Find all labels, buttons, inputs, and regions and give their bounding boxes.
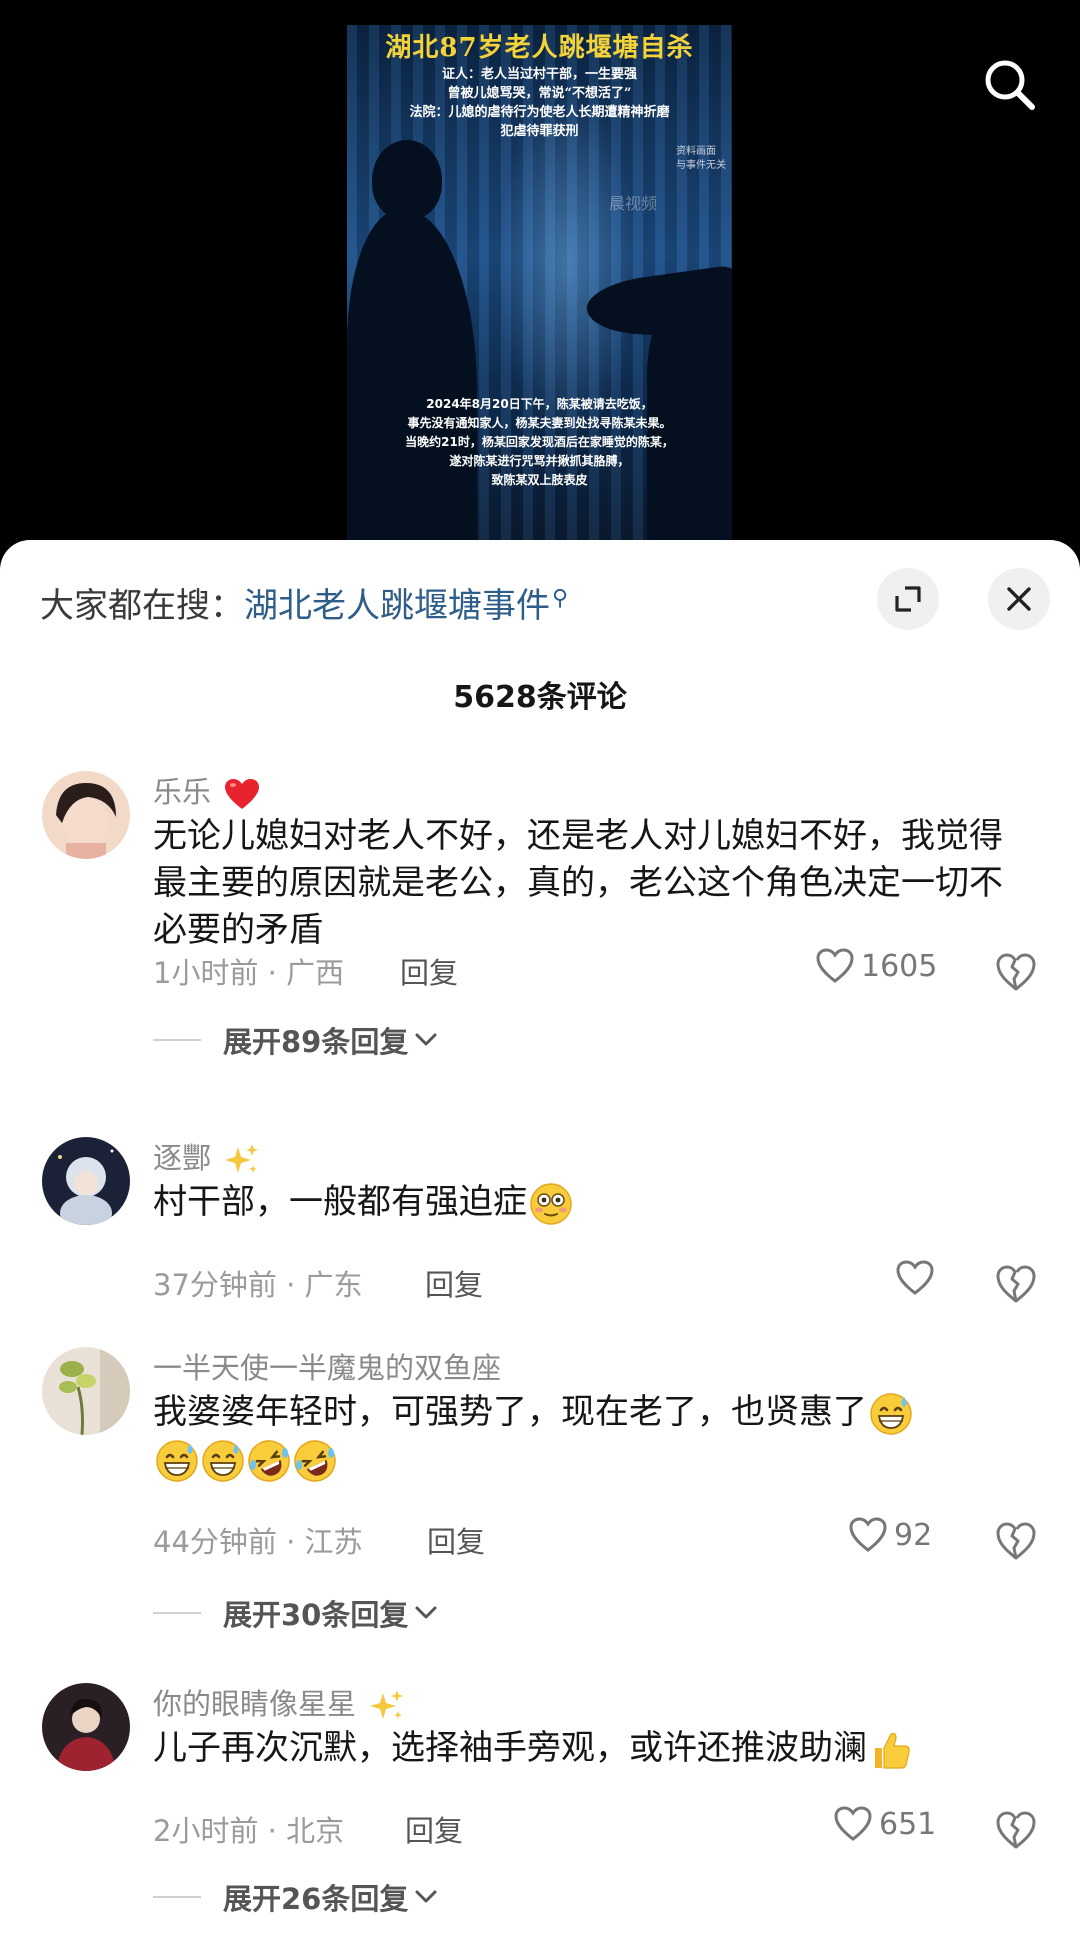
comment-text: 村干部，一般都有强迫症 — [153, 1179, 1023, 1226]
trending-search-hint[interactable]: 大家都在搜：湖北老人跳堰塘事件⚲ — [40, 578, 568, 627]
sparkles-icon — [370, 1690, 404, 1719]
comment-meta: 1小时前 · 广西 — [153, 956, 345, 990]
thumbnail-watermark: 晨视频 — [609, 194, 658, 213]
comment-sheet: 大家都在搜：湖北老人跳堰塘事件⚲ 5628条评论 乐乐 无论儿媳妇对老人不好，还… — [0, 540, 1080, 1953]
comment-text-content: 村干部，一般都有强迫症 — [153, 1182, 527, 1222]
sparkles-icon — [225, 1144, 259, 1173]
rolling-laughing-icon — [294, 1439, 336, 1482]
expand-sheet-button[interactable] — [877, 568, 939, 630]
video-player[interactable]: 湖北87岁老人跳堰塘自杀 证人：老人当过村干部，一生要强 曾被儿媳骂哭，常说“不… — [0, 0, 1080, 560]
silhouette-left-head — [372, 140, 442, 220]
chevron-down-icon — [415, 1890, 437, 1903]
grinning-sweat-icon — [202, 1439, 244, 1482]
comment-item: 你的眼睛像星星 儿子再次沉默，选择袖手旁观，或许还推波助澜 2小时前 · 北京 … — [0, 1683, 1080, 1933]
like-count: 1605 — [861, 948, 938, 984]
thumbnail-title: 湖北87岁老人跳堰塘自杀 — [385, 33, 694, 63]
comment-text: 我婆婆年轻时，可强势了，现在老了，也贤惠了 — [153, 1389, 1023, 1483]
comment-text: 儿子再次沉默，选择袖手旁观，或许还推波助澜 — [153, 1725, 1023, 1772]
broken-heart-icon[interactable] — [994, 949, 1038, 993]
username[interactable]: 乐乐 — [153, 769, 260, 811]
username[interactable]: 你的眼睛像星星 — [153, 1681, 405, 1723]
caption-line: 事先没有通知家人，杨某夫妻到处找寻陈某未果。 — [407, 416, 672, 430]
like-button[interactable] — [895, 1259, 941, 1297]
comment-meta: 2小时前 · 北京 — [153, 1814, 345, 1848]
search-hint-prefix: 大家都在搜： — [40, 586, 244, 626]
broken-heart-icon[interactable] — [994, 1518, 1038, 1562]
grinning-sweat-icon — [156, 1439, 198, 1482]
disclaimer-line: 与事件无关 — [676, 160, 726, 171]
broken-heart-icon[interactable] — [994, 1807, 1038, 1851]
thumbnail-line: 证人：老人当过村干部，一生要强 — [441, 67, 637, 82]
comment-text-content: 儿子再次沉默，选择袖手旁观，或许还推波助澜 — [153, 1728, 867, 1768]
chevron-down-icon — [415, 1033, 437, 1046]
rolling-laughing-icon — [248, 1439, 290, 1482]
divider-line — [153, 1039, 201, 1041]
search-hint-keyword[interactable]: 湖北老人跳堰塘事件 — [244, 586, 550, 626]
expand-replies-text: 展开26条回复 — [223, 1882, 409, 1916]
comment-meta: 37分钟前 · 广东 — [153, 1268, 363, 1302]
expand-replies-button[interactable]: 展开89条回复 — [153, 1019, 438, 1061]
like-button[interactable]: 92 — [848, 1516, 932, 1554]
grinning-sweat-icon — [870, 1392, 912, 1435]
video-thumbnail[interactable]: 湖北87岁老人跳堰塘自杀 证人：老人当过村干部，一生要强 曾被儿媳骂哭，常说“不… — [347, 25, 732, 540]
divider-line — [153, 1612, 201, 1614]
expand-icon — [895, 586, 921, 612]
username[interactable]: 一半天使一半魔鬼的双鱼座 — [153, 1345, 501, 1387]
avatar[interactable] — [42, 771, 130, 859]
like-button[interactable]: 1605 — [815, 947, 937, 985]
like-button[interactable]: 651 — [833, 1805, 936, 1843]
caption-line: 2024年8月20日下午，陈某被请去吃饭， — [426, 397, 653, 411]
avatar[interactable] — [42, 1347, 130, 1435]
comment-text-content: 我婆婆年轻时，可强势了，现在老了，也贤惠了 — [153, 1392, 867, 1432]
username-text: 一半天使一半魔鬼的双鱼座 — [153, 1351, 502, 1385]
expand-replies-button[interactable]: 展开30条回复 — [153, 1592, 438, 1634]
reply-button[interactable]: 回复 — [427, 1519, 485, 1561]
username-text: 你的眼睛像星星 — [153, 1687, 357, 1721]
search-button[interactable] — [980, 55, 1040, 115]
like-count: 92 — [894, 1517, 933, 1553]
username-text: 乐乐 — [153, 775, 212, 809]
chevron-down-icon — [415, 1606, 437, 1619]
username-text: 逐酆 — [153, 1141, 212, 1175]
comment-item: 逐酆 村干部，一般都有强迫症 37分钟前 · 广东 回复 — [0, 1135, 1080, 1303]
broken-heart-icon[interactable] — [994, 1261, 1038, 1305]
like-count: 651 — [879, 1806, 937, 1842]
thumbnail-caption: 2024年8月20日下午，陈某被请去吃饭， 事先没有通知家人，杨某夫妻到处找寻陈… — [347, 395, 732, 490]
disclaimer-line: 资料画面 — [676, 146, 716, 157]
heart-outline-icon — [896, 1260, 934, 1295]
comment-item: 一半天使一半魔鬼的双鱼座 我婆婆年轻时，可强势了，现在老了，也贤惠了 44分钟前… — [0, 1347, 1080, 1637]
expand-replies-text: 展开30条回复 — [223, 1598, 409, 1632]
avatar[interactable] — [42, 1683, 130, 1771]
reply-button[interactable]: 回复 — [425, 1262, 483, 1304]
heart-outline-icon — [816, 948, 854, 983]
heart-outline-icon — [834, 1806, 872, 1841]
thumbnail-line: 法院：儿媳的虐待行为使老人长期遭精神折磨 — [409, 105, 670, 120]
flushed-face-icon — [530, 1182, 572, 1225]
username[interactable]: 逐酆 — [153, 1135, 260, 1177]
reply-button[interactable]: 回复 — [405, 1808, 463, 1850]
caption-line: 当晚约21时，杨某回家发现酒后在家睡觉的陈某， — [405, 435, 674, 449]
comment-text: 无论儿媳妇对老人不好，还是老人对儿媳妇不好，我觉得最主要的原因就是老公，真的，老… — [153, 816, 1003, 950]
thumbnail-disclaimer: 资料画面 与事件无关 — [676, 145, 726, 173]
small-search-icon: ⚲ — [552, 585, 569, 611]
heart-outline-icon — [849, 1517, 887, 1552]
thumbs-up-icon — [875, 1732, 910, 1769]
comment-item: 乐乐 无论儿媳妇对老人不好，还是老人对儿媳妇不好，我觉得最主要的原因就是老公，真… — [0, 769, 1080, 1059]
thumbnail-line: 曾被儿媳骂哭，常说“不想活了” — [447, 86, 632, 101]
close-button[interactable] — [988, 568, 1050, 630]
close-icon — [1007, 587, 1031, 611]
thumbnail-subtitles: 证人：老人当过村干部，一生要强 曾被儿媳骂哭，常说“不想活了” 法院：儿媳的虐待… — [347, 65, 732, 141]
expand-replies-text: 展开89条回复 — [223, 1025, 409, 1059]
caption-line: 致陈某双上肢表皮 — [491, 473, 588, 487]
comment-meta: 44分钟前 · 江苏 — [153, 1525, 363, 1559]
thumbnail-line: 犯虐待罪获刑 — [500, 124, 579, 139]
reply-button[interactable]: 回复 — [400, 950, 458, 992]
search-icon — [985, 60, 1035, 110]
divider-line — [153, 1896, 201, 1898]
caption-line: 遂对陈某进行咒骂并揪抓其胳膊， — [449, 454, 630, 468]
expand-replies-button[interactable]: 展开26条回复 — [153, 1876, 438, 1918]
avatar[interactable] — [42, 1137, 130, 1225]
comment-count-title: 5628条评论 — [453, 680, 627, 715]
red-heart-icon — [225, 779, 260, 809]
